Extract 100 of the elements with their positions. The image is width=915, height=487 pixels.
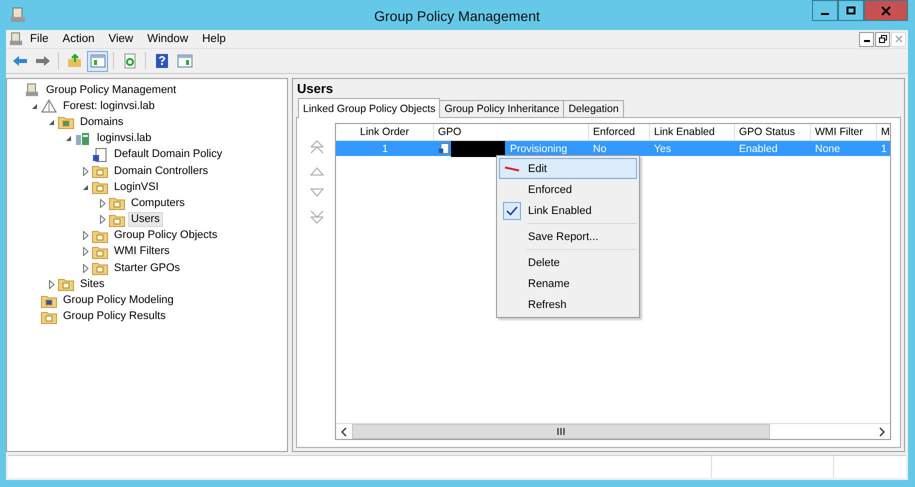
console-icon bbox=[9, 32, 23, 46]
folder-icon bbox=[58, 277, 74, 292]
table-cell-text: No bbox=[592, 142, 608, 154]
minimize-icon bbox=[821, 12, 829, 14]
tree-toggle-button[interactable] bbox=[87, 50, 108, 72]
redaction-box bbox=[451, 140, 505, 156]
forward-arrow-icon bbox=[34, 53, 50, 69]
tree-item[interactable]: LoginVSI bbox=[111, 180, 162, 195]
tree-item[interactable]: Default Domain Policy bbox=[111, 147, 226, 162]
tree-item[interactable]: Domain Controllers bbox=[111, 164, 212, 179]
expanded-arrow-icon[interactable] bbox=[48, 118, 55, 126]
minimize-button[interactable] bbox=[812, 0, 838, 21]
folder-icon bbox=[41, 310, 57, 324]
tree-item[interactable]: WMI Filters bbox=[111, 244, 173, 260]
menu-item[interactable]: View bbox=[102, 33, 140, 45]
tree-item[interactable]: Group Policy Results bbox=[60, 309, 169, 324]
restore-button[interactable] bbox=[875, 32, 890, 46]
folder-icon bbox=[92, 164, 108, 178]
close-icon bbox=[881, 6, 891, 16]
maximize-button[interactable] bbox=[838, 0, 864, 21]
minimize-button[interactable] bbox=[859, 32, 874, 46]
table-cell: Provisioning bbox=[510, 142, 568, 154]
window-pane-icon bbox=[176, 53, 192, 69]
tab[interactable]: Linked Group Policy Objects bbox=[298, 98, 440, 118]
table-cell-text: Yes bbox=[653, 142, 672, 154]
move-top-icon[interactable] bbox=[310, 140, 324, 154]
folder-icon bbox=[58, 115, 74, 130]
menu-item[interactable]: Save Report... bbox=[499, 226, 637, 247]
menu-item[interactable]: Window bbox=[140, 33, 196, 45]
table-cell-text: Enabled bbox=[738, 142, 779, 154]
scroll-thumb[interactable] bbox=[352, 424, 770, 439]
menu-item[interactable]: Help bbox=[195, 33, 233, 45]
menu-item[interactable]: Action bbox=[56, 33, 102, 45]
menu-item[interactable]: Refresh bbox=[499, 294, 637, 315]
restore-icon bbox=[878, 35, 886, 43]
folder-icon bbox=[109, 212, 125, 227]
tree-item[interactable]: Starter GPOs bbox=[111, 260, 184, 276]
collapsed-arrow-icon[interactable] bbox=[48, 280, 54, 289]
collapsed-arrow-icon[interactable] bbox=[82, 247, 88, 256]
collapsed-arrow-icon[interactable] bbox=[100, 198, 106, 208]
tree-item[interactable]: Group Policy Management bbox=[43, 82, 180, 98]
tree-item[interactable]: Computers bbox=[128, 196, 188, 211]
maximize-icon bbox=[846, 6, 856, 16]
close-button[interactable] bbox=[864, 0, 908, 21]
help-icon bbox=[154, 53, 170, 69]
console-icon bbox=[24, 83, 40, 98]
refresh-icon bbox=[122, 53, 138, 69]
menu-item[interactable]: File bbox=[23, 33, 56, 45]
column-header[interactable]: M bbox=[877, 124, 890, 140]
menu-item[interactable]: Delete bbox=[499, 252, 637, 273]
folder-icon bbox=[92, 180, 108, 194]
table-cell-text: None bbox=[814, 142, 842, 154]
column-header[interactable]: GPO bbox=[434, 124, 589, 140]
tab[interactable]: Group Policy Inheritance bbox=[439, 100, 564, 117]
tree-item[interactable]: Forest: loginvsi.lab bbox=[60, 98, 158, 114]
panel-title: Users bbox=[296, 81, 334, 96]
document-icon bbox=[438, 142, 450, 155]
folder-icon bbox=[92, 261, 108, 276]
folder-icon bbox=[109, 196, 125, 210]
tree-item[interactable]: Domains bbox=[77, 114, 126, 130]
table-cell-text: 1 bbox=[381, 142, 389, 154]
tree-item[interactable]: Sites bbox=[77, 276, 108, 292]
expanded-arrow-icon[interactable] bbox=[82, 184, 89, 191]
column-header[interactable]: GPO Status bbox=[735, 124, 811, 140]
column-header[interactable]: WMI Filter bbox=[811, 124, 877, 140]
move-up-icon[interactable] bbox=[310, 166, 324, 176]
triangle-icon bbox=[41, 99, 57, 114]
tree-item[interactable]: Group Policy Modeling bbox=[60, 293, 177, 308]
tree-item[interactable]: Group Policy Objects bbox=[111, 228, 220, 244]
tab[interactable]: Delegation bbox=[563, 100, 624, 117]
stroke-icon bbox=[504, 166, 520, 172]
collapsed-arrow-icon[interactable] bbox=[82, 166, 88, 176]
menu-item[interactable]: Enforced bbox=[499, 179, 637, 200]
folder-up-icon bbox=[66, 53, 82, 69]
collapsed-arrow-icon[interactable] bbox=[100, 215, 106, 224]
menu-item[interactable]: Link Enabled bbox=[499, 200, 637, 221]
close-icon bbox=[894, 35, 902, 43]
console-icon bbox=[10, 7, 26, 23]
menu-item[interactable]: Edit bbox=[499, 158, 637, 179]
column-header[interactable]: Enforced bbox=[589, 124, 650, 140]
column-header[interactable]: Link Order bbox=[336, 124, 434, 140]
horizontal-scrollbar[interactable] bbox=[336, 423, 890, 439]
expanded-arrow-icon[interactable] bbox=[31, 102, 38, 110]
menu-item[interactable]: Rename bbox=[499, 273, 637, 294]
folder-icon bbox=[92, 228, 108, 243]
collapsed-arrow-icon[interactable] bbox=[82, 264, 88, 273]
tree-item[interactable]: Users bbox=[128, 212, 163, 228]
window-pane-icon bbox=[90, 53, 106, 69]
column-header[interactable]: Link Enabled bbox=[650, 124, 735, 140]
window-title: Group Policy Management bbox=[374, 8, 540, 24]
move-bottom-icon[interactable] bbox=[310, 210, 324, 224]
expanded-arrow-icon[interactable] bbox=[65, 135, 72, 142]
network-icon bbox=[75, 132, 91, 146]
move-down-icon[interactable] bbox=[310, 188, 324, 198]
folder-icon bbox=[92, 244, 108, 259]
tree-item[interactable]: loginvsi.lab bbox=[94, 131, 154, 146]
folder-icon bbox=[41, 294, 57, 308]
back-arrow-icon bbox=[12, 53, 28, 69]
collapsed-arrow-icon[interactable] bbox=[82, 231, 88, 240]
table-cell-text: 1 bbox=[880, 142, 888, 154]
